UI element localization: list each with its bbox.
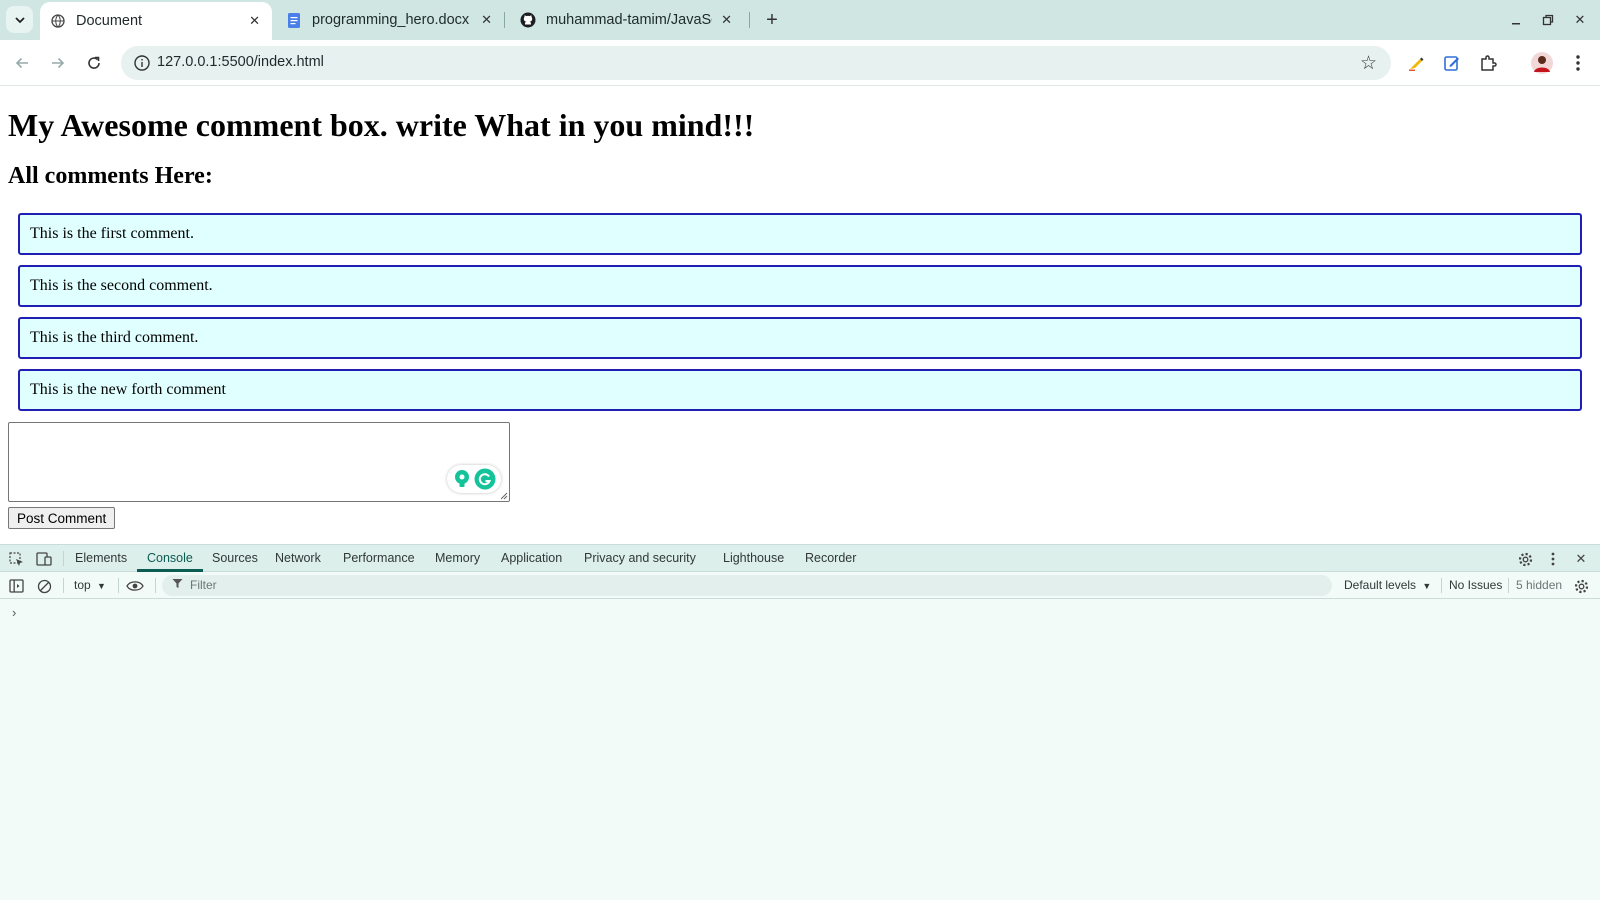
avatar[interactable] — [1530, 51, 1554, 75]
comment-item: This is the second comment. — [18, 265, 1582, 307]
close-tab-icon[interactable]: ✕ — [721, 12, 732, 28]
console-settings-gear-icon[interactable] — [1572, 577, 1590, 595]
filter-placeholder: Filter — [190, 578, 217, 592]
url-text: 127.0.0.1:5500/index.html — [157, 54, 324, 70]
tab-title: muhammad-tamim/JavaScript — [546, 12, 712, 28]
post-comment-button[interactable]: Post Comment — [8, 507, 116, 529]
divider — [155, 578, 156, 593]
back-icon[interactable] — [10, 51, 34, 75]
page-content: My Awesome comment box. write What in yo… — [0, 87, 1600, 544]
reload-icon[interactable] — [82, 51, 106, 75]
highlighter-extension-icon[interactable] — [1404, 51, 1428, 75]
hidden-messages-count: 5 hidden — [1516, 578, 1563, 592]
divider — [1441, 578, 1442, 593]
comment-item: This is the third comment. — [18, 317, 1582, 359]
tab-separator — [749, 12, 750, 28]
page-title: My Awesome comment box. write What in yo… — [8, 107, 755, 143]
forward-icon[interactable] — [46, 51, 70, 75]
comment-textarea[interactable] — [8, 422, 510, 502]
close-tab-icon[interactable]: ✕ — [481, 12, 492, 28]
close-window-icon[interactable]: ✕ — [1568, 8, 1592, 32]
tab-performance[interactable]: Performance — [343, 545, 415, 572]
bookmark-star-icon[interactable]: ☆ — [1360, 52, 1377, 75]
tab-github[interactable]: muhammad-tamim/JavaScript ✕ — [510, 0, 744, 40]
github-icon — [520, 12, 536, 28]
tab-search-button[interactable] — [6, 6, 33, 33]
clear-console-icon[interactable] — [35, 577, 53, 595]
new-tab-button[interactable]: + — [760, 8, 784, 32]
tab-recorder[interactable]: Recorder — [805, 545, 856, 572]
log-levels-dropdown[interactable]: Default levels ▼ — [1344, 578, 1431, 592]
settings-gear-icon[interactable] — [1516, 550, 1534, 568]
tab-application[interactable]: Application — [501, 545, 562, 572]
tab-memory[interactable]: Memory — [435, 545, 480, 572]
devtools-panel: Elements Console Sources Network Perform… — [0, 544, 1600, 900]
browser-toolbar: 127.0.0.1:5500/index.html ☆ — [0, 40, 1600, 86]
filter-funnel-icon — [172, 578, 183, 592]
tab-elements[interactable]: Elements — [75, 545, 127, 572]
dropdown-arrow-icon: ▼ — [97, 581, 106, 591]
divider — [63, 551, 64, 566]
comment-item: This is the new forth comment — [18, 369, 1582, 411]
close-devtools-icon[interactable]: ✕ — [1572, 550, 1590, 568]
tab-lighthouse[interactable]: Lighthouse — [723, 545, 784, 572]
context-selector[interactable]: top ▼ — [74, 578, 106, 592]
live-expression-eye-icon[interactable] — [126, 577, 144, 595]
more-options-icon[interactable] — [1544, 550, 1562, 568]
address-bar[interactable]: 127.0.0.1:5500/index.html ☆ — [121, 46, 1391, 80]
site-info-icon[interactable] — [133, 54, 151, 72]
close-tab-icon[interactable]: ✕ — [249, 13, 260, 29]
devtools-tabbar: Elements Console Sources Network Perform… — [0, 545, 1600, 572]
divider — [118, 578, 119, 593]
tab-privacy-security[interactable]: Privacy and security — [584, 545, 696, 572]
comments-heading: All comments Here: — [8, 163, 213, 189]
tab-console[interactable]: Console — [137, 545, 203, 572]
tab-network[interactable]: Network — [275, 545, 321, 572]
chevron-down-icon — [14, 16, 25, 23]
tab-document[interactable]: Document ✕ — [40, 2, 272, 40]
sidebar-toggle-icon[interactable] — [7, 577, 25, 595]
resize-handle-icon[interactable] — [500, 492, 508, 500]
context-value: top — [74, 578, 91, 592]
divider — [1508, 578, 1509, 593]
inspect-element-icon[interactable] — [7, 550, 25, 568]
browser-tabstrip: Document ✕ programming_hero.docx ✕ muham… — [0, 0, 1600, 40]
log-levels-label: Default levels — [1344, 578, 1417, 592]
console-prompt[interactable]: › — [12, 605, 16, 620]
globe-icon — [50, 13, 66, 29]
divider — [63, 578, 64, 593]
device-toolbar-icon[interactable] — [35, 550, 53, 568]
tab-separator — [504, 12, 505, 28]
issues-button[interactable]: No Issues — [1449, 578, 1502, 592]
grammarly-widget[interactable] — [447, 465, 501, 493]
tab-sources[interactable]: Sources — [212, 545, 258, 572]
tab-programming-hero[interactable]: programming_hero.docx ✕ — [276, 0, 504, 40]
comment-item: This is the first comment. — [18, 213, 1582, 255]
dropdown-arrow-icon: ▼ — [1422, 581, 1432, 591]
lightbulb-icon[interactable] — [453, 469, 471, 489]
puzzle-extensions-icon[interactable] — [1476, 51, 1500, 75]
browser-menu-icon[interactable] — [1566, 51, 1590, 75]
restore-icon[interactable] — [1536, 8, 1560, 32]
minimize-icon[interactable] — [1504, 8, 1528, 32]
console-filter-input[interactable]: Filter — [162, 575, 1332, 596]
comment-list: This is the first comment. This is the s… — [18, 213, 1582, 421]
grammarly-icon[interactable] — [474, 468, 496, 490]
docs-icon — [286, 12, 302, 28]
tab-title: programming_hero.docx — [312, 12, 470, 28]
console-filterbar: top ▼ Filter Default levels ▼ No Issues … — [0, 572, 1600, 599]
edit-extension-icon[interactable] — [1440, 51, 1464, 75]
tab-title: Document — [76, 13, 143, 29]
